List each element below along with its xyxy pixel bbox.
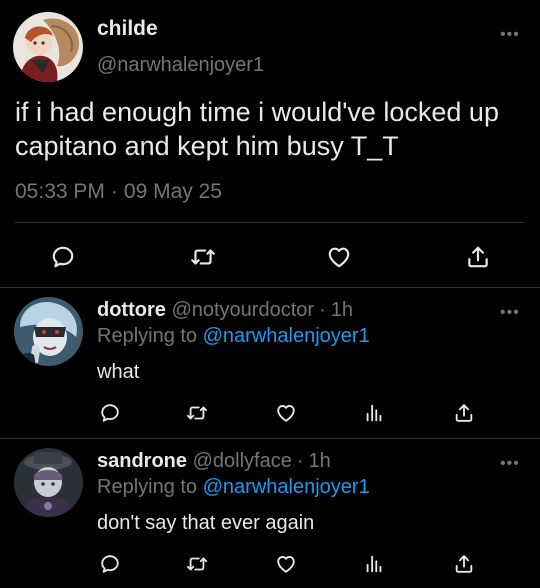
reply-display-name[interactable]: dottore <box>97 299 166 321</box>
analytics-action[interactable] <box>360 399 388 427</box>
replying-mention[interactable]: @narwhalenjoyer1 <box>203 325 370 347</box>
main-tweet-text: if i had enough time i would've locked u… <box>15 97 499 161</box>
avatar-childe[interactable] <box>13 12 83 82</box>
share-action[interactable] <box>461 240 495 274</box>
heart-icon <box>328 247 350 268</box>
reply-icon <box>101 555 119 573</box>
reply-separator: · <box>296 450 304 472</box>
reply-text: don't say that ever again <box>97 512 315 534</box>
reply-age: 1h <box>330 299 353 321</box>
main-display-name[interactable]: childe <box>97 17 158 41</box>
divider-time <box>15 222 525 223</box>
reply-separator: · <box>319 299 326 321</box>
time-separator: · <box>110 180 118 203</box>
reply-age: 1h <box>308 450 331 472</box>
reply-text: what <box>97 361 140 383</box>
reply-display-name[interactable]: sandrone <box>97 450 187 472</box>
divider-reply-1 <box>0 438 540 439</box>
retweet-action[interactable] <box>183 399 211 427</box>
replying-prefix: Replying to <box>97 325 198 347</box>
like-action[interactable] <box>272 399 300 427</box>
analytics-action[interactable] <box>360 550 388 578</box>
main-timestamp[interactable]: 05:33 PM · 09 May 25 <box>15 180 222 204</box>
share-icon <box>468 246 488 268</box>
avatar-sandrone[interactable] <box>14 448 83 517</box>
like-action[interactable] <box>272 550 300 578</box>
replying-mention[interactable]: @narwhalenjoyer1 <box>203 476 370 498</box>
reply-action[interactable] <box>96 550 124 578</box>
reply-handle[interactable]: @notyourdoctor <box>171 299 314 321</box>
share-icon <box>455 555 473 573</box>
heart-icon <box>277 405 295 422</box>
retweet-icon <box>191 249 215 265</box>
reply-header: sandrone @dollyface · 1h <box>97 450 331 473</box>
analytics-icon <box>366 404 382 422</box>
reply-icon <box>101 404 119 422</box>
avatar-dottore[interactable] <box>14 297 83 366</box>
retweet-icon <box>186 406 208 420</box>
more-icon[interactable]: ••• <box>500 456 520 472</box>
replying-to: Replying to @narwhalenjoyer1 <box>97 325 370 348</box>
like-action[interactable] <box>322 240 356 274</box>
main-handle[interactable]: @narwhalenjoyer1 <box>97 54 264 77</box>
retweet-action[interactable] <box>186 240 220 274</box>
share-action[interactable] <box>450 399 478 427</box>
reply-icon <box>52 246 74 268</box>
divider-main <box>0 287 540 288</box>
retweet-icon <box>186 557 208 571</box>
retweet-action[interactable] <box>183 550 211 578</box>
share-icon <box>455 404 473 422</box>
reply-header: dottore @notyourdoctor · 1h <box>97 299 353 322</box>
reply-handle[interactable]: @dollyface <box>193 450 292 472</box>
replying-prefix: Replying to <box>97 476 198 498</box>
replying-to: Replying to @narwhalenjoyer1 <box>97 476 370 499</box>
more-icon[interactable]: ••• <box>500 305 520 321</box>
reply-action[interactable] <box>46 240 80 274</box>
main-time: 05:33 PM <box>15 180 105 203</box>
main-date: 09 May 25 <box>123 180 222 203</box>
analytics-icon <box>366 555 382 573</box>
share-action[interactable] <box>450 550 478 578</box>
heart-icon <box>277 556 295 573</box>
more-icon[interactable]: ••• <box>500 27 520 43</box>
reply-action[interactable] <box>96 399 124 427</box>
